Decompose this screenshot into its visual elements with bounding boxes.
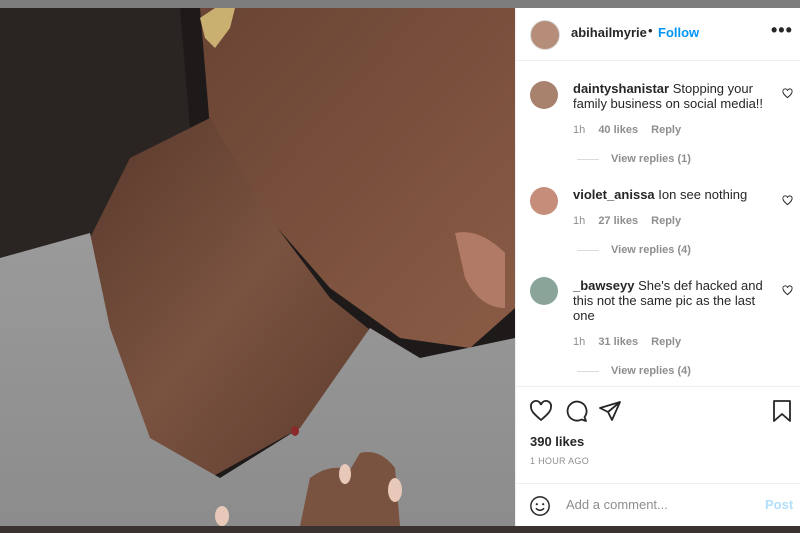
view-replies-label[interactable]: View replies (4) — [611, 365, 691, 377]
comment-bubble-icon[interactable] — [564, 399, 588, 423]
post-comment-button[interactable]: Post — [765, 497, 793, 512]
post-like-count[interactable]: 390 likes — [530, 434, 584, 449]
like-comment-icon[interactable] — [782, 285, 793, 296]
view-replies-button[interactable]: View replies (4) — [577, 244, 691, 256]
add-comment-bar: Post — [516, 483, 800, 528]
reply-button[interactable]: Reply — [651, 215, 681, 227]
like-comment-icon[interactable] — [782, 88, 793, 99]
author-username[interactable]: abihailmyrie — [571, 25, 647, 40]
separator-dot: • — [648, 23, 653, 38]
like-comment-icon[interactable] — [782, 195, 793, 206]
comment-input[interactable] — [564, 496, 758, 513]
view-replies-label[interactable]: View replies (4) — [611, 244, 691, 256]
emoji-icon[interactable] — [529, 495, 551, 517]
comment-meta: 1h 27 likes Reply — [573, 215, 691, 227]
comment-text: Ion see nothing — [658, 187, 748, 202]
comment-meta: 1h 31 likes Reply — [573, 336, 691, 348]
photo-illustration — [0, 8, 515, 526]
comment-likes[interactable]: 27 likes — [598, 215, 638, 227]
comment-username[interactable]: daintyshanistar — [573, 81, 669, 96]
commenter-avatar[interactable] — [530, 187, 558, 215]
post-photo[interactable] — [0, 8, 515, 526]
comment-username[interactable]: violet_anissa — [573, 187, 655, 202]
view-replies-label[interactable]: View replies (1) — [611, 153, 691, 165]
commenter-avatar[interactable] — [530, 81, 558, 109]
comment-username[interactable]: _bawseyy — [573, 278, 634, 293]
replies-divider — [577, 158, 599, 160]
reply-button[interactable]: Reply — [651, 124, 681, 136]
bottom-strip — [0, 526, 800, 533]
post-side-panel: abihailmyrie • Follow ••• daintyshanista… — [515, 8, 800, 527]
comment-likes[interactable]: 40 likes — [598, 124, 638, 136]
comment-time: 1h — [573, 215, 586, 227]
reply-button[interactable]: Reply — [651, 336, 681, 348]
more-options-icon[interactable]: ••• — [771, 20, 793, 41]
post-actions-section: 390 likes 1 HOUR AGO Post — [516, 386, 800, 527]
replies-divider — [577, 370, 599, 372]
follow-button[interactable]: Follow — [658, 25, 699, 40]
share-paper-plane-icon[interactable] — [598, 399, 622, 423]
comment-text-block: violet_anissa Ion see nothing — [573, 187, 768, 202]
post-timestamp[interactable]: 1 HOUR AGO — [530, 456, 589, 466]
replies-divider — [577, 249, 599, 251]
view-replies-button[interactable]: View replies (4) — [577, 365, 691, 377]
commenter-avatar[interactable] — [530, 277, 558, 305]
top-strip — [0, 0, 800, 8]
save-bookmark-icon[interactable] — [771, 399, 793, 423]
comment-time: 1h — [573, 336, 586, 348]
comment-text-block: _bawseyy She's def hacked and this not t… — [573, 278, 768, 323]
comment-text-block: daintyshanistar Stopping your family bus… — [573, 81, 768, 111]
like-heart-icon[interactable] — [529, 399, 553, 423]
author-avatar[interactable] — [530, 20, 560, 50]
comment-likes[interactable]: 31 likes — [598, 336, 638, 348]
view-replies-button[interactable]: View replies (1) — [577, 153, 691, 165]
comment-time: 1h — [573, 124, 586, 136]
post-header: abihailmyrie • Follow ••• — [516, 8, 800, 61]
comment-meta: 1h 40 likes Reply — [573, 124, 691, 136]
